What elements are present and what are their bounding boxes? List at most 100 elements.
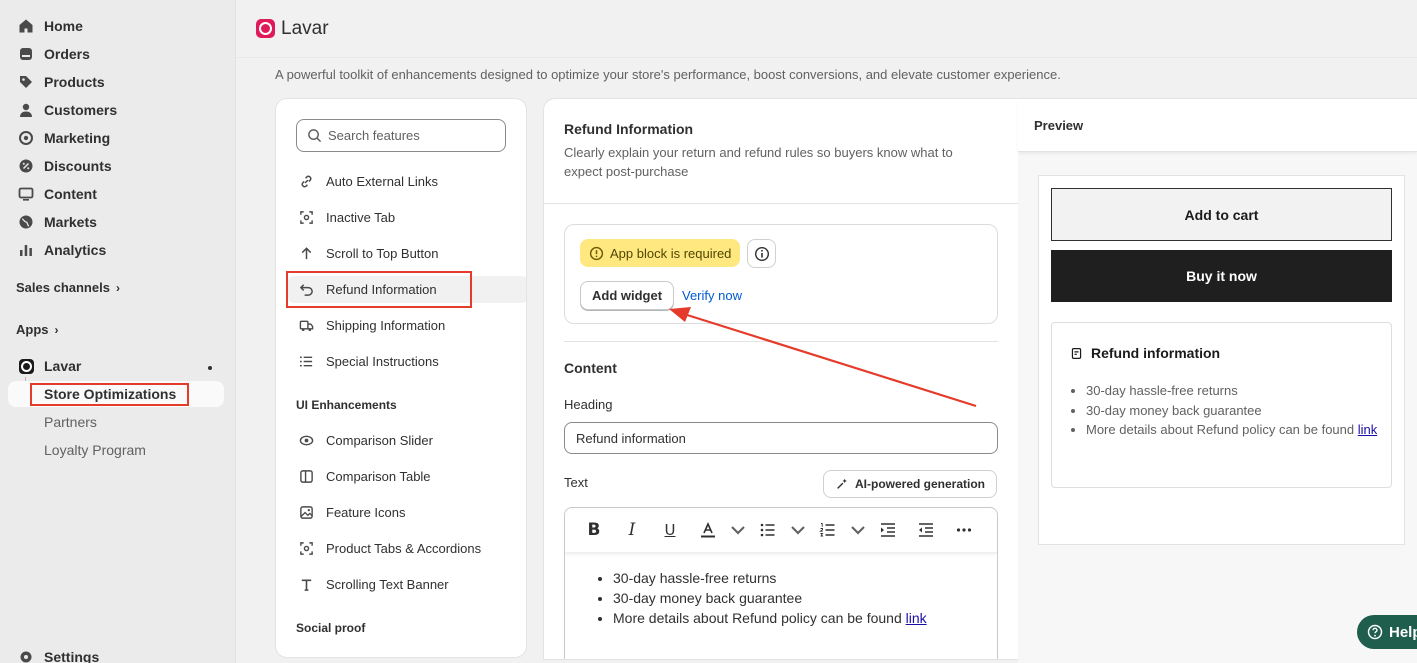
- feature-label: Special Instructions: [326, 354, 439, 369]
- nav-label: Lavar: [44, 358, 82, 374]
- editor-link[interactable]: link: [906, 610, 927, 626]
- refund-policy-link[interactable]: link: [1358, 422, 1378, 437]
- refund-widget-title-text: Refund information: [1091, 345, 1221, 361]
- settings-header: Refund Information Clearly explain your …: [544, 99, 1019, 204]
- nav-sub-partners[interactable]: Partners: [8, 409, 224, 435]
- editor-content[interactable]: 30-day hassle-free returns 30-day money …: [613, 568, 997, 628]
- feature-inactive-tab[interactable]: Inactive Tab: [288, 204, 514, 231]
- buy-now-button[interactable]: Buy it now: [1051, 250, 1392, 302]
- bold-button[interactable]: B: [575, 515, 613, 545]
- warning-text: App block is required: [610, 245, 732, 261]
- nav-sub-label: Loyalty Program: [44, 442, 146, 458]
- feature-scrolling-text-banner[interactable]: Scrolling Text Banner: [288, 571, 514, 598]
- refund-text: More details about Refund policy can be …: [1086, 422, 1358, 437]
- globe-icon: [18, 214, 34, 230]
- feature-label: Scroll to Top Button: [326, 246, 439, 261]
- feature-group-social-proof: Social proof: [296, 621, 366, 635]
- feature-product-tabs[interactable]: Product Tabs & Accordions: [288, 535, 514, 562]
- feature-shipping-information[interactable]: Shipping Information: [288, 312, 514, 339]
- more-options-button[interactable]: [945, 515, 983, 545]
- help-button[interactable]: Help: [1357, 615, 1417, 649]
- heading-input[interactable]: [564, 422, 998, 454]
- feature-comparison-table[interactable]: Comparison Table: [288, 463, 514, 490]
- warning-badge: App block is required: [580, 239, 741, 267]
- home-icon: [18, 18, 34, 34]
- feature-label: Inactive Tab: [326, 210, 396, 225]
- feature-label: Auto External Links: [326, 174, 439, 189]
- search-field[interactable]: [296, 119, 506, 152]
- heading-label: Heading: [564, 397, 613, 412]
- nav-item-content[interactable]: Content: [8, 181, 224, 207]
- nav-item-markets[interactable]: Markets: [8, 209, 224, 235]
- features-panel: Auto External Links Inactive Tab Scroll …: [275, 98, 527, 658]
- question-circle-icon: [1367, 624, 1383, 640]
- info-button[interactable]: [747, 239, 776, 268]
- arrow-up-icon: [298, 246, 314, 262]
- annotation-highlight-store-optimizations: [30, 383, 189, 406]
- text-color-button[interactable]: [689, 515, 727, 545]
- ai-generation-button[interactable]: AI-powered generation: [823, 470, 998, 498]
- page-subtitle: A powerful toolkit of enhancements desig…: [275, 67, 1061, 82]
- search-icon: [308, 129, 322, 143]
- nav-item-analytics[interactable]: Analytics: [8, 237, 224, 263]
- nav-item-settings[interactable]: Settings: [8, 644, 224, 663]
- feature-comparison-slider[interactable]: Comparison Slider: [288, 427, 514, 454]
- numbered-list-button[interactable]: [809, 515, 847, 545]
- nav-item-products[interactable]: Products: [8, 69, 224, 95]
- nav-label: Settings: [44, 649, 100, 663]
- text-color-dropdown[interactable]: [727, 515, 749, 545]
- verify-now-link[interactable]: Verify now: [682, 288, 742, 303]
- preview-title: Preview: [1018, 99, 1417, 152]
- indent-button[interactable]: [869, 515, 907, 545]
- app-title: Lavar: [281, 17, 329, 39]
- nav-item-marketing[interactable]: Marketing: [8, 125, 224, 151]
- bullet-list-button[interactable]: [749, 515, 787, 545]
- lavar-app-icon: [18, 358, 34, 374]
- columns-icon: [298, 469, 314, 485]
- italic-icon: I: [628, 520, 636, 540]
- feature-auto-external-links[interactable]: Auto External Links: [288, 168, 514, 195]
- nav-sales-channels[interactable]: Sales channels ›: [16, 280, 120, 295]
- nav-item-lavar[interactable]: Lavar: [8, 353, 224, 379]
- outdent-button[interactable]: [907, 515, 945, 545]
- ai-button-label: AI-powered generation: [855, 477, 986, 491]
- alert-circle-icon: [589, 246, 604, 260]
- lavar-logo-icon: [256, 19, 275, 38]
- nav-item-discounts[interactable]: Discounts: [8, 153, 224, 179]
- feature-label: Comparison Table: [326, 469, 431, 484]
- gear-icon: [18, 649, 34, 663]
- bullet-list-dropdown[interactable]: [787, 515, 809, 545]
- outdent-icon: [919, 523, 933, 537]
- nav-item-orders[interactable]: Orders: [8, 41, 224, 67]
- nav-apps[interactable]: Apps ›: [16, 322, 59, 337]
- rich-text-editor[interactable]: B I U 30-day hassle-free returns 30-day …: [564, 507, 998, 659]
- nav-label: Markets: [44, 214, 97, 230]
- feature-feature-icons[interactable]: Feature Icons: [288, 499, 514, 526]
- app-block-card: App block is required Add widget Verify …: [564, 224, 998, 324]
- search-input[interactable]: [328, 128, 498, 143]
- eye-icon: [298, 433, 314, 449]
- text-color-icon: [701, 522, 715, 538]
- annotation-highlight-refund: [286, 271, 472, 308]
- tag-icon: [18, 74, 34, 90]
- editor-list-item: 30-day money back guarantee: [613, 588, 997, 608]
- italic-button[interactable]: I: [613, 515, 651, 545]
- nav-label: Marketing: [44, 130, 111, 146]
- add-to-cart-button[interactable]: Add to cart: [1051, 188, 1392, 241]
- content-heading: Content: [564, 360, 617, 376]
- text-icon: [298, 577, 314, 593]
- feature-label: Comparison Slider: [326, 433, 433, 448]
- feature-scroll-to-top[interactable]: Scroll to Top Button: [288, 240, 514, 267]
- nav-item-customers[interactable]: Customers: [8, 97, 224, 123]
- settings-panel: Refund Information Clearly explain your …: [543, 98, 1019, 660]
- settings-title: Refund Information: [564, 121, 694, 137]
- underline-button[interactable]: U: [651, 515, 689, 545]
- focus-icon: [298, 541, 314, 557]
- add-widget-button[interactable]: Add widget: [580, 281, 675, 310]
- nav-sub-loyalty-program[interactable]: Loyalty Program: [8, 437, 224, 463]
- numbered-list-dropdown[interactable]: [847, 515, 869, 545]
- feature-label: Shipping Information: [326, 318, 446, 333]
- feature-special-instructions[interactable]: Special Instructions: [288, 348, 514, 375]
- nav-item-home[interactable]: Home: [8, 13, 224, 39]
- app-header: Lavar: [236, 0, 1417, 58]
